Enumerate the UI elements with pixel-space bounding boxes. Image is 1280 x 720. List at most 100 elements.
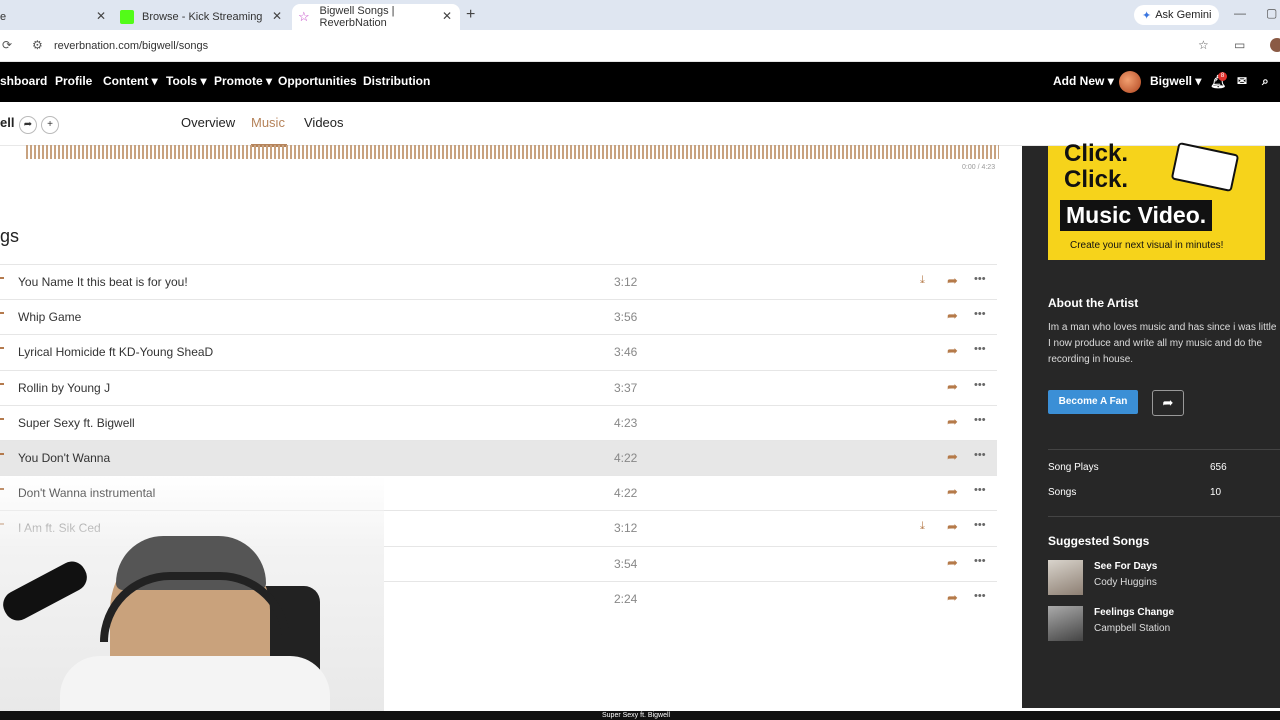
- ask-gemini-button[interactable]: ✦ Ask Gemini: [1134, 5, 1220, 25]
- browser-tab-bar: e ✕ Browse - Kick Streaming ✕ ☆ Bigwell …: [0, 0, 1280, 30]
- share-icon[interactable]: ➦: [947, 379, 958, 395]
- tab-kick[interactable]: Browse - Kick Streaming ✕: [120, 4, 290, 30]
- suggested-thumbnail[interactable]: [1048, 560, 1083, 595]
- nav-distribution[interactable]: Distribution: [363, 74, 430, 88]
- share-icon[interactable]: ➦: [947, 590, 958, 606]
- tab-previous[interactable]: e ✕: [0, 4, 114, 30]
- close-tab-icon[interactable]: ✕: [272, 9, 282, 23]
- song-row[interactable]: You Name It this beat is for you! 3:12 ⤓ ➦ •…: [0, 264, 997, 299]
- become-fan-button[interactable]: Become A Fan: [1048, 390, 1138, 414]
- add-new-menu[interactable]: Add New ▾: [1053, 74, 1114, 88]
- share-icon[interactable]: ➦: [947, 343, 958, 359]
- more-options-icon[interactable]: •••: [974, 343, 986, 355]
- address-bar: ⟳ ⚙ reverbnation.com/bigwell/songs ☆ ▭: [0, 30, 1280, 62]
- more-options-icon[interactable]: •••: [974, 414, 986, 426]
- about-text: Im a man who loves music and has since i…: [1048, 322, 1277, 365]
- tab-label: Bigwell Songs | ReverbNation: [319, 5, 395, 29]
- close-tab-icon[interactable]: ✕: [442, 9, 452, 23]
- suggested-artist[interactable]: Campbell Station: [1094, 623, 1170, 634]
- suggested-title[interactable]: See For Days: [1094, 561, 1157, 572]
- nav-tools[interactable]: Tools ▾: [166, 74, 206, 88]
- waveform-scrubber[interactable]: [26, 145, 999, 159]
- gemini-label: Ask Gemini: [1155, 9, 1212, 21]
- share-icon[interactable]: ➦: [19, 116, 37, 134]
- nav-opportunities[interactable]: Opportunities: [278, 74, 357, 88]
- song-title[interactable]: Rollin by Young J: [18, 381, 110, 395]
- stat-value-song-plays: 656: [1210, 462, 1227, 473]
- share-icon[interactable]: ➦: [947, 484, 958, 500]
- promo-line-3: Music Video.: [1060, 200, 1213, 231]
- artist-name[interactable]: ell: [0, 115, 14, 130]
- player-time: 0:00 / 4:23: [962, 164, 996, 171]
- play-indicator: [0, 347, 4, 350]
- mail-icon[interactable]: ✉: [1237, 74, 1247, 88]
- reload-icon[interactable]: ⟳: [2, 38, 12, 52]
- close-tab-icon[interactable]: ✕: [96, 9, 106, 23]
- share-icon[interactable]: ➦: [947, 519, 958, 535]
- song-row[interactable]: Super Sexy ft. Bigwell 4:23 ➦ •••: [0, 404, 997, 440]
- stat-label-songs: Songs: [1048, 487, 1077, 498]
- more-options-icon[interactable]: •••: [974, 555, 986, 567]
- nav-content-label: Content: [103, 74, 149, 88]
- play-indicator: [0, 453, 4, 455]
- tab-overview[interactable]: Overview: [181, 115, 235, 130]
- nav-profile[interactable]: Profile: [55, 74, 92, 88]
- share-artist-button[interactable]: ➦: [1152, 390, 1184, 416]
- stat-label-song-plays: Song Plays: [1048, 462, 1099, 473]
- user-avatar[interactable]: [1119, 71, 1141, 93]
- song-row[interactable]: Rollin by Young J 3:37 ➦ •••: [0, 369, 997, 405]
- more-options-icon[interactable]: •••: [974, 484, 986, 496]
- add-icon[interactable]: +: [41, 116, 59, 134]
- more-options-icon[interactable]: •••: [974, 590, 986, 602]
- site-info-icon[interactable]: ⚙: [32, 38, 43, 52]
- url-field[interactable]: reverbnation.com/bigwell/songs: [54, 40, 208, 52]
- music-video-promo[interactable]: Click. Click. Music Video. Create your n…: [1048, 140, 1265, 260]
- maximize-icon[interactable]: ▢: [1266, 6, 1277, 20]
- song-title[interactable]: You Name It this beat is for you!: [18, 275, 188, 289]
- suggested-title[interactable]: Feelings Change: [1094, 607, 1174, 618]
- share-icon[interactable]: ➦: [947, 555, 958, 571]
- more-options-icon[interactable]: •••: [974, 519, 986, 531]
- tab-reverbnation[interactable]: ☆ Bigwell Songs | ReverbNation ✕: [292, 4, 460, 30]
- song-row[interactable]: Whip Game 3:56 ➦ •••: [0, 299, 997, 334]
- more-options-icon[interactable]: •••: [974, 273, 986, 285]
- share-icon[interactable]: ➦: [947, 273, 958, 289]
- nav-promote[interactable]: Promote ▾: [214, 74, 272, 88]
- share-icon[interactable]: ➦: [947, 449, 958, 465]
- profile-avatar-icon[interactable]: [1270, 38, 1280, 52]
- song-row[interactable]: You Don't Wanna 4:22 ➦ •••: [0, 440, 997, 475]
- suggested-artist[interactable]: Cody Huggins: [1094, 577, 1157, 588]
- song-row[interactable]: Lyrical Homicide ft KD-Young SheaD 3:46 ➦ •…: [0, 334, 997, 369]
- download-icon[interactable]: ⤓: [920, 274, 925, 287]
- nav-content[interactable]: Content ▾: [103, 74, 158, 88]
- divider: [1048, 516, 1280, 517]
- song-duration: 3:46: [614, 345, 638, 360]
- more-options-icon[interactable]: •••: [974, 449, 986, 461]
- bookmark-star-icon[interactable]: ☆: [1198, 38, 1209, 52]
- song-duration: 3:12: [614, 275, 638, 289]
- nav-promote-label: Promote: [214, 74, 263, 88]
- song-title[interactable]: Lyrical Homicide ft KD-Young SheaD: [18, 345, 213, 359]
- site-navigation: shboard Profile Content ▾ Tools ▾ Promot…: [0, 62, 1280, 102]
- tab-videos[interactable]: Videos: [304, 115, 344, 130]
- song-title[interactable]: You Don't Wanna: [18, 451, 110, 465]
- search-icon[interactable]: ⌕: [1262, 74, 1269, 89]
- chevron-down-icon: ▾: [1107, 74, 1114, 88]
- more-options-icon[interactable]: •••: [974, 379, 986, 391]
- cast-icon[interactable]: ▭: [1234, 38, 1245, 52]
- song-title[interactable]: Super Sexy ft. Bigwell: [18, 416, 135, 430]
- more-options-icon[interactable]: •••: [974, 308, 986, 320]
- nav-dashboard[interactable]: shboard: [0, 74, 47, 88]
- suggested-thumbnail[interactable]: [1048, 606, 1083, 641]
- notification-badge: 8: [1218, 72, 1227, 81]
- download-icon[interactable]: ⤓: [920, 520, 925, 533]
- song-duration: 4:22: [614, 451, 638, 465]
- song-title[interactable]: Whip Game: [18, 310, 81, 324]
- minimize-icon[interactable]: —: [1234, 6, 1246, 20]
- songs-heading: gs: [0, 226, 20, 246]
- user-menu[interactable]: Bigwell ▾: [1150, 74, 1201, 88]
- share-icon[interactable]: ➦: [947, 308, 958, 324]
- new-tab-icon[interactable]: +: [466, 6, 475, 24]
- tab-music[interactable]: Music: [251, 115, 285, 130]
- share-icon[interactable]: ➦: [947, 414, 958, 430]
